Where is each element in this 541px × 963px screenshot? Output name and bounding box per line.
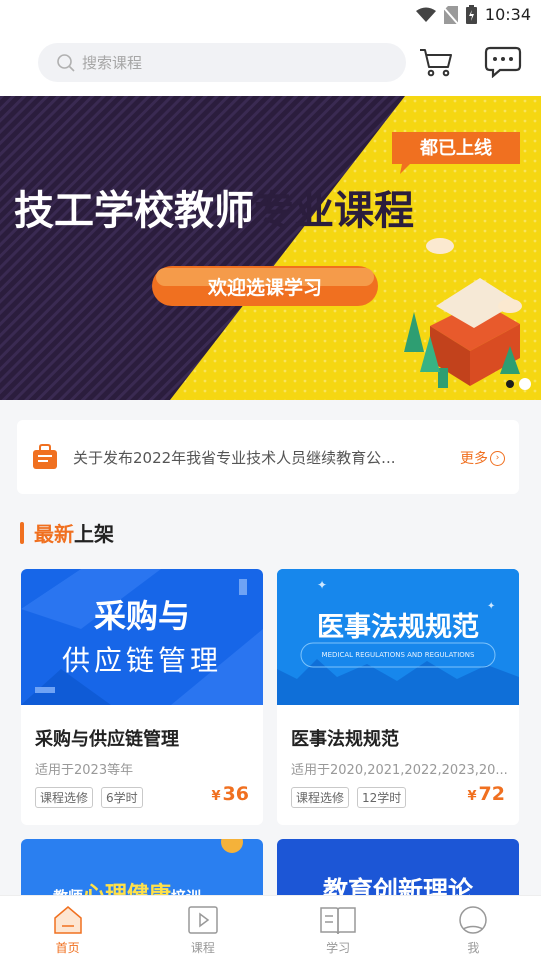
course-tag: 课程选修 — [35, 787, 94, 808]
notice-text[interactable]: 关于发布2022年我省专业技术人员继续教育公... — [73, 447, 441, 468]
banner-cta: 欢迎选课学习 — [207, 276, 322, 299]
home-icon — [53, 906, 82, 934]
no-sim-icon — [443, 5, 458, 24]
thumb-title-line2: MEDICAL REGULATIONS AND REGULATIONS — [321, 651, 475, 659]
notice-more-label: 更多 — [460, 451, 488, 467]
course-applies: 适用于2020,2021,2022,2023,20... — [291, 763, 507, 778]
tab-study[interactable]: 学习 — [271, 896, 406, 963]
thumb-title-line2: 供应链管理 — [61, 644, 222, 677]
section-title-bar — [20, 521, 24, 544]
status-bar: 10:34 — [0, 0, 541, 32]
section-title-rest: 上架 — [74, 522, 114, 546]
course-title: 采购与供应链管理 — [35, 729, 179, 750]
user-icon — [459, 906, 488, 934]
banner-headline-white: 技工学校教师 — [14, 188, 254, 234]
course-card[interactable]: 采购与 供应链管理 采购与供应链管理 适用于2023等年 课程选修 6学时 ¥3… — [21, 569, 263, 825]
notice-more-link[interactable]: 更多 › — [460, 448, 505, 468]
book-icon — [320, 907, 356, 935]
thumb-title-line1: 采购与 — [93, 597, 190, 635]
top-bar: 搜索课程 — [0, 32, 541, 96]
carousel-dots — [506, 378, 531, 390]
section-title: 最新 上架 — [20, 518, 114, 547]
play-icon — [188, 906, 218, 934]
course-card[interactable]: 教师心理健康培训 — [21, 839, 263, 899]
banner-badge: 都已上线 — [419, 137, 492, 159]
tab-home[interactable]: 首页 — [0, 896, 135, 963]
banner-headline-dark: 专业课程 — [254, 188, 414, 234]
search-icon — [57, 53, 75, 72]
course-card[interactable]: 教育创新理论 — [277, 839, 519, 899]
course-tag: 课程选修 — [291, 787, 350, 808]
thumb-title-line1: 医事法规规范 — [317, 612, 479, 643]
svg-text:✦: ✦ — [317, 578, 327, 592]
tab-me[interactable]: 我 — [406, 896, 541, 963]
chevron-right-icon: › — [490, 450, 505, 466]
carousel-dot[interactable] — [506, 380, 514, 388]
search-placeholder: 搜索课程 — [82, 54, 143, 72]
wifi-icon — [415, 7, 436, 22]
promo-banner[interactable]: 都已上线 技工学校教师专业课程 欢迎选课学习 — [0, 96, 541, 400]
course-applies: 适用于2023等年 — [35, 763, 134, 778]
tab-label: 我 — [467, 941, 480, 955]
course-thumbnail: 采购与 供应链管理 — [21, 569, 263, 705]
carousel-dot-active[interactable] — [519, 378, 531, 390]
notice-bar[interactable]: 关于发布2022年我省专业技术人员继续教育公... 更多 › — [17, 420, 519, 494]
course-title: 医事法规规范 — [291, 729, 399, 750]
tab-label: 首页 — [55, 941, 80, 955]
section-title-highlight: 最新 — [34, 522, 74, 546]
course-price: ¥72 — [467, 783, 506, 805]
notice-bag-icon — [33, 444, 57, 469]
search-input[interactable]: 搜索课程 — [38, 43, 406, 82]
tab-courses[interactable]: 课程 — [135, 896, 270, 963]
message-icon[interactable] — [484, 46, 522, 78]
course-tags: 课程选修 6学时 — [35, 787, 143, 808]
cart-icon[interactable] — [418, 46, 454, 78]
svg-text:技工学校教师专业课程: 技工学校教师专业课程 — [14, 188, 414, 234]
course-tag: 6学时 — [101, 787, 143, 808]
battery-icon — [465, 5, 477, 24]
course-thumbnail: ✦ ✦ 医事法规规范 MEDICAL REGULATIONS AND REGUL… — [277, 569, 519, 705]
tab-label: 课程 — [190, 941, 215, 955]
status-icons: 10:34 — [415, 5, 531, 24]
course-price: ¥36 — [211, 783, 250, 805]
tab-label: 学习 — [326, 941, 351, 955]
status-time: 10:34 — [484, 5, 531, 24]
course-tags: 课程选修 12学时 — [291, 787, 407, 808]
course-card[interactable]: ✦ ✦ 医事法规规范 MEDICAL REGULATIONS AND REGUL… — [277, 569, 519, 825]
bottom-tab-bar: 首页 课程 学习 我 — [0, 895, 541, 963]
course-tag: 12学时 — [357, 787, 407, 808]
